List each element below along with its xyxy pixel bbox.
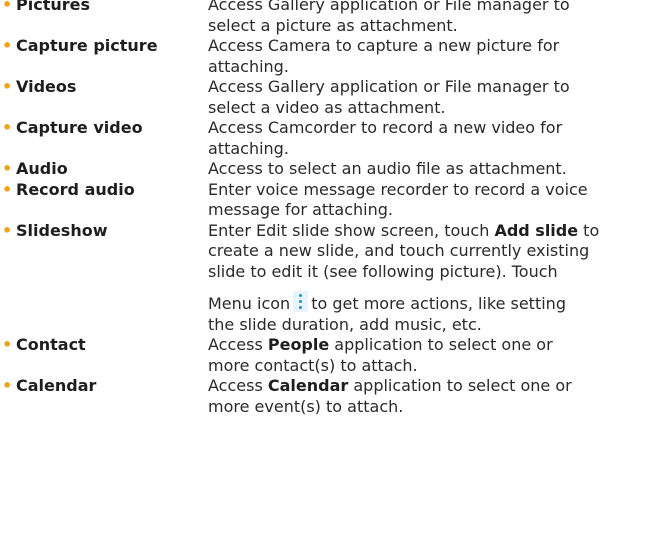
item-description: Access Gallery application or File manag…	[208, 0, 570, 35]
item-description: Access Gallery application or File manag…	[208, 77, 570, 117]
bullet-icon: •	[2, 376, 13, 395]
item-term: Capture picture	[16, 36, 158, 55]
bullet-icon: •	[2, 77, 13, 96]
item-description: Enter Edit slide show screen, touch Add …	[208, 220, 600, 334]
list-item-capture-video: • Capture video Access Camcorder to reco…	[0, 118, 651, 159]
bullet-icon: •	[2, 179, 13, 199]
add-slide-label: Add slide	[494, 220, 579, 240]
item-term: Record audio	[16, 179, 135, 199]
bullet-icon: •	[2, 0, 13, 14]
list-item-videos: • Videos Access Gallery application or F…	[0, 77, 651, 118]
list-item-record-audio: • Record audio Enter voice message recor…	[0, 180, 651, 221]
list-item-contact: • Contact Access People application to s…	[0, 335, 651, 376]
item-term: Videos	[16, 77, 77, 96]
item-term: Audio	[16, 159, 68, 178]
bullet-icon: •	[2, 220, 13, 240]
list-item-capture-picture: • Capture picture Access Camera to captu…	[0, 36, 651, 77]
item-term: Slideshow	[16, 220, 108, 240]
item-description: Access to select an audio file as attach…	[208, 159, 567, 178]
item-term: Pictures	[16, 0, 90, 14]
item-description: Enter voice message recorder to record a…	[208, 179, 588, 220]
item-term: Calendar	[16, 376, 97, 395]
item-description: Access Camcorder to record a new video f…	[208, 118, 563, 158]
list-item-calendar: • Calendar Access Calendar application t…	[0, 376, 651, 417]
item-term: Contact	[16, 335, 86, 354]
calendar-label: Calendar	[267, 376, 349, 395]
bullet-icon: •	[2, 36, 13, 55]
bullet-icon: •	[2, 159, 13, 178]
bullet-icon: •	[2, 335, 13, 354]
item-description: Access Calendar application to select on…	[208, 376, 572, 416]
people-label: People	[267, 335, 330, 354]
list-item-pictures: • Pictures Access Gallery application or…	[0, 0, 651, 36]
item-description: Access People application to select one …	[208, 335, 553, 375]
list-item-slideshow: • Slideshow Enter Edit slide show screen…	[0, 221, 651, 336]
menu-icon	[293, 291, 309, 312]
attachment-options-list: • Pictures Access Gallery application or…	[0, 0, 651, 417]
bullet-icon: •	[2, 118, 13, 137]
item-term: Capture video	[16, 118, 143, 137]
list-item-audio: • Audio Access to select an audio file a…	[0, 159, 651, 180]
item-description: Access Camera to capture a new picture f…	[208, 36, 560, 76]
